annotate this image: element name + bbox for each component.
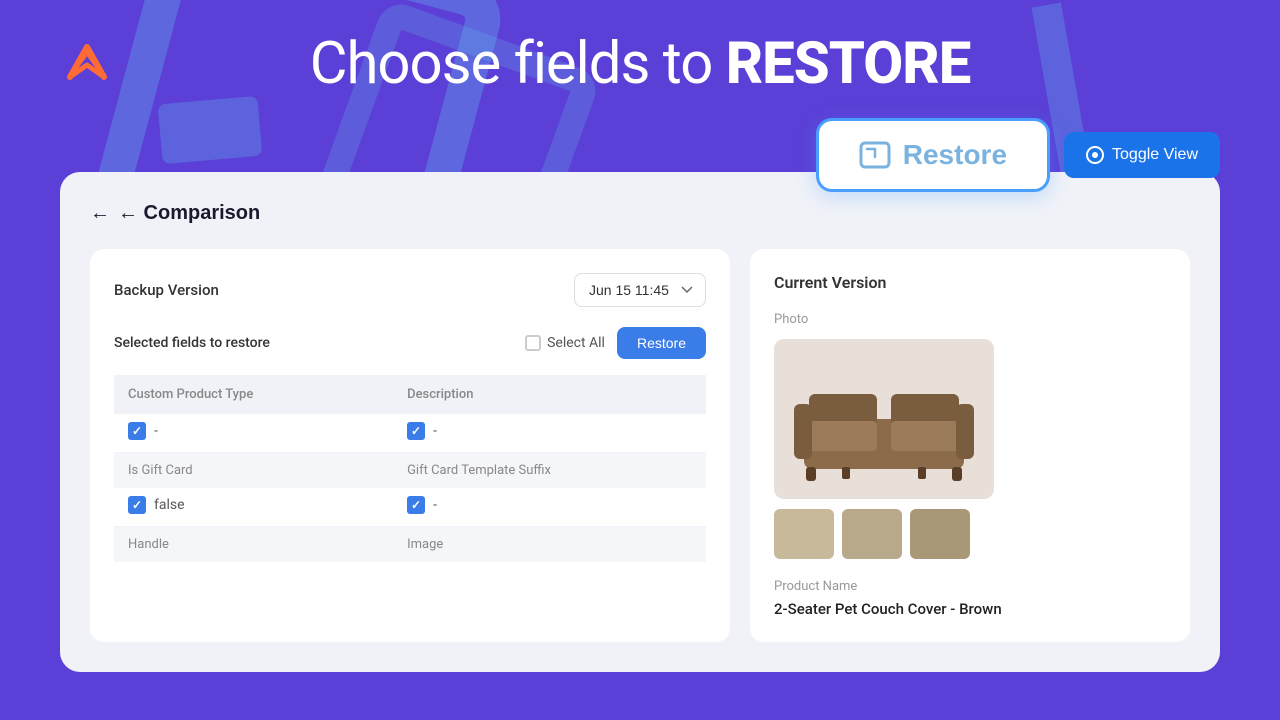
product-name-value: 2-Seater Pet Couch Cover - Brown	[774, 600, 1166, 618]
section2-col1-header: Handle	[114, 527, 393, 563]
select-all-label: Select All	[547, 335, 605, 351]
photo-label: Photo	[774, 312, 1166, 327]
back-button[interactable]: ← ← Comparison	[90, 202, 260, 225]
sofa-svg	[784, 349, 984, 489]
product-images	[774, 339, 1166, 559]
toggle-view-label: Toggle View	[1112, 146, 1198, 164]
fields-to-restore-label: Selected fields to restore	[114, 335, 270, 351]
product-name-label: Product Name	[774, 579, 1166, 594]
section-header-row-2: Handle Image	[114, 527, 706, 563]
select-all-checkbox[interactable]	[525, 335, 541, 351]
col1-header: Custom Product Type	[114, 375, 393, 414]
col1-checkbox[interactable]	[128, 422, 146, 440]
col2-checkbox[interactable]	[407, 422, 425, 440]
section-header-row-1: Is Gift Card Gift Card Template Suffix	[114, 453, 706, 489]
section1-value-row: false -	[114, 488, 706, 527]
back-arrow-icon: ←	[90, 202, 110, 225]
comparison-title: ← Comparison	[118, 202, 260, 225]
section1-col1-header: Is Gift Card	[114, 453, 393, 489]
panel-header: ← ← Comparison	[90, 202, 1190, 225]
restore-svg-icon	[859, 141, 891, 169]
toggle-view-icon	[1086, 146, 1104, 164]
current-panel: Current Version Photo	[750, 249, 1190, 642]
col1-value-cell: -	[114, 414, 393, 453]
col2-header: Description	[393, 375, 706, 414]
col1-value: -	[154, 423, 158, 439]
col2-value: -	[433, 423, 437, 439]
section1-col1-value-cell: false	[114, 488, 393, 527]
main-product-image	[774, 339, 994, 499]
version-select[interactable]: Jun 15 11:45	[574, 273, 706, 307]
template-suffix-value: -	[433, 497, 437, 513]
thumbnail-row	[774, 509, 1166, 559]
thumbnail-3	[910, 509, 970, 559]
panel-wrapper: ← ← Comparison Backup Version Jun 15 11:…	[60, 172, 1220, 672]
section1-col2-value-cell: -	[393, 488, 706, 527]
header: Choose fields to RESTORE	[0, 0, 1280, 118]
fields-table: Custom Product Type Description -	[114, 375, 706, 562]
table-header-row: Custom Product Type Description	[114, 375, 706, 414]
current-version-title: Current Version	[774, 273, 1166, 292]
backup-panel: Backup Version Jun 15 11:45 Selected fie…	[90, 249, 730, 642]
restore-button[interactable]: Restore	[617, 327, 706, 359]
template-suffix-checkbox[interactable]	[407, 496, 425, 514]
backup-version-label: Backup Version	[114, 281, 219, 299]
thumbnail-2	[842, 509, 902, 559]
select-all-wrap[interactable]: Select All	[525, 335, 605, 351]
restore-featured-label: Restore	[903, 139, 1007, 171]
panels-row: Backup Version Jun 15 11:45 Selected fie…	[90, 249, 1190, 642]
page-title: Choose fields to RESTORE	[60, 30, 1220, 98]
section2-col2-header: Image	[393, 527, 706, 563]
version-row: Backup Version Jun 15 11:45	[114, 273, 706, 307]
table-row: - -	[114, 414, 706, 453]
restore-button-featured[interactable]: Restore	[816, 118, 1050, 192]
toggle-view-button[interactable]: Toggle View	[1064, 132, 1220, 178]
col2-value-cell: -	[393, 414, 706, 453]
fields-row: Selected fields to restore Select All Re…	[114, 327, 706, 359]
fields-actions: Select All Restore	[525, 327, 706, 359]
thumbnail-1	[774, 509, 834, 559]
gift-card-checkbox[interactable]	[128, 496, 146, 514]
section1-col2-header: Gift Card Template Suffix	[393, 453, 706, 489]
restore-icon	[859, 141, 891, 169]
gift-card-value: false	[154, 497, 185, 513]
